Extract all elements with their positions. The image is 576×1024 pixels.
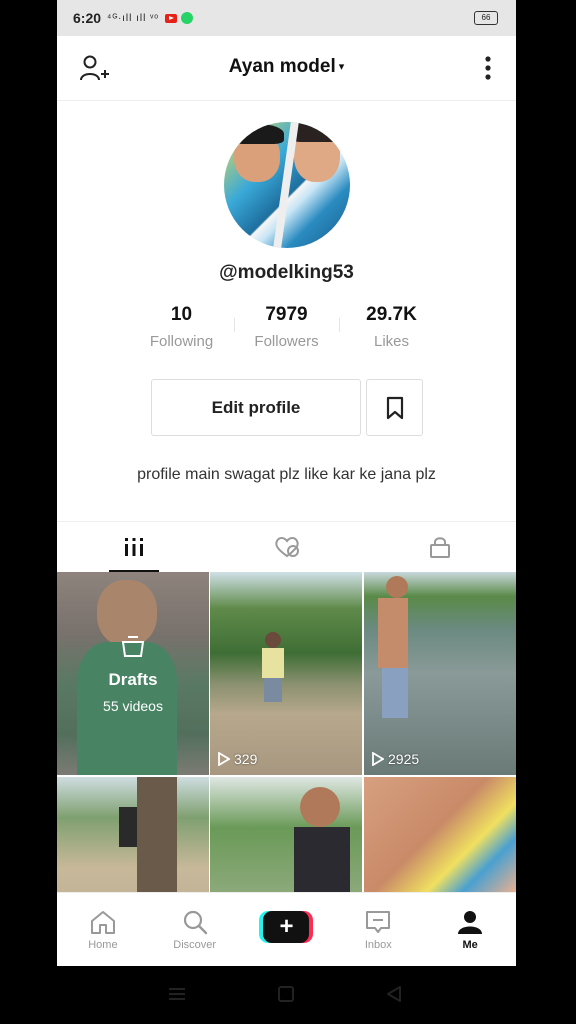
stat-label: Followers xyxy=(254,333,319,350)
create-plus-icon: + xyxy=(263,911,310,943)
youtube-notification-icon xyxy=(165,13,178,23)
stat-following[interactable]: 10 Following xyxy=(129,304,234,356)
tab-private[interactable] xyxy=(363,522,516,572)
whatsapp-notification-icon xyxy=(181,12,194,24)
profile-icon xyxy=(458,911,483,934)
menu-icon[interactable] xyxy=(167,986,187,1002)
bookmark-icon xyxy=(386,396,403,419)
search-icon xyxy=(183,910,207,935)
nav-inbox[interactable]: Inbox xyxy=(332,893,424,966)
system-navigation-bar xyxy=(57,966,516,1024)
stat-value: 10 xyxy=(170,304,193,325)
drafts-label: Drafts xyxy=(108,669,158,689)
back-icon[interactable] xyxy=(385,985,403,1003)
username: @modelking53 xyxy=(219,262,354,283)
play-icon xyxy=(372,752,384,766)
nav-discover[interactable]: Discover xyxy=(149,893,241,966)
tab-liked[interactable] xyxy=(210,522,363,572)
content-tabs xyxy=(57,521,516,572)
status-bar: 6:20 ⁴ᴳ∙ıll ıll ᵛᵒ 66 xyxy=(57,0,516,36)
more-options-icon[interactable] xyxy=(482,54,494,82)
home-icon xyxy=(90,911,115,934)
favorites-button[interactable] xyxy=(366,379,423,436)
chevron-down-icon: ▾ xyxy=(338,61,345,73)
top-bar: Ayan model ▾ xyxy=(57,36,516,101)
profile-bio: profile main swagat plz like kar ke jana… xyxy=(137,466,436,483)
grid-icon xyxy=(124,538,143,556)
signal-indicator: ⁴ᴳ∙ıll ıll ᵛᵒ xyxy=(107,12,160,24)
battery-indicator: 66 xyxy=(474,11,498,25)
profile-stats: 10 Following 7979 Followers 29.7K Likes xyxy=(129,304,444,356)
home-square-icon[interactable] xyxy=(277,985,295,1003)
nav-create[interactable]: + xyxy=(241,893,333,966)
video-thumbnail[interactable] xyxy=(364,777,516,892)
video-thumbnail[interactable]: 329 xyxy=(210,572,362,775)
drafts-icon xyxy=(121,635,145,657)
stat-likes[interactable]: 29.7K Likes xyxy=(339,304,444,356)
status-time: 6:20 xyxy=(73,10,102,26)
drafts-count: 55 videos xyxy=(103,697,163,714)
video-grid: Drafts 55 videos 329 2925 xyxy=(57,572,516,892)
stat-value: 29.7K xyxy=(366,304,417,325)
liked-hidden-icon xyxy=(274,537,299,558)
phone-screen: 6:20 ⁴ᴳ∙ıll ıll ᵛᵒ 66 Ayan model ▾ @mode… xyxy=(57,0,516,1024)
tab-videos[interactable] xyxy=(57,522,210,572)
stat-followers[interactable]: 7979 Followers xyxy=(234,304,339,356)
profile-screen: Ayan model ▾ @modelking53 10 Following 79… xyxy=(57,36,516,966)
account-name: Ayan model xyxy=(228,56,336,77)
account-switcher[interactable]: Ayan model ▾ xyxy=(57,56,516,78)
video-thumbnail[interactable]: 2925 xyxy=(364,572,516,775)
inbox-icon xyxy=(366,911,391,933)
nav-home[interactable]: Home xyxy=(57,893,149,966)
view-count: 329 xyxy=(218,751,257,767)
play-icon xyxy=(218,752,230,766)
stat-value: 7979 xyxy=(265,304,308,325)
view-count: 2925 xyxy=(372,751,419,767)
lock-icon xyxy=(429,537,450,558)
nav-me[interactable]: Me xyxy=(424,893,516,966)
stat-label: Following xyxy=(149,333,214,350)
video-thumbnail[interactable] xyxy=(210,777,362,892)
edit-profile-button[interactable]: Edit profile xyxy=(151,379,361,436)
drafts-tile[interactable]: Drafts 55 videos xyxy=(57,572,209,775)
bottom-navigation: Home Discover + Inbox Me xyxy=(57,892,516,966)
stat-label: Likes xyxy=(373,333,410,350)
video-thumbnail[interactable] xyxy=(57,777,209,892)
avatar[interactable] xyxy=(224,122,350,248)
